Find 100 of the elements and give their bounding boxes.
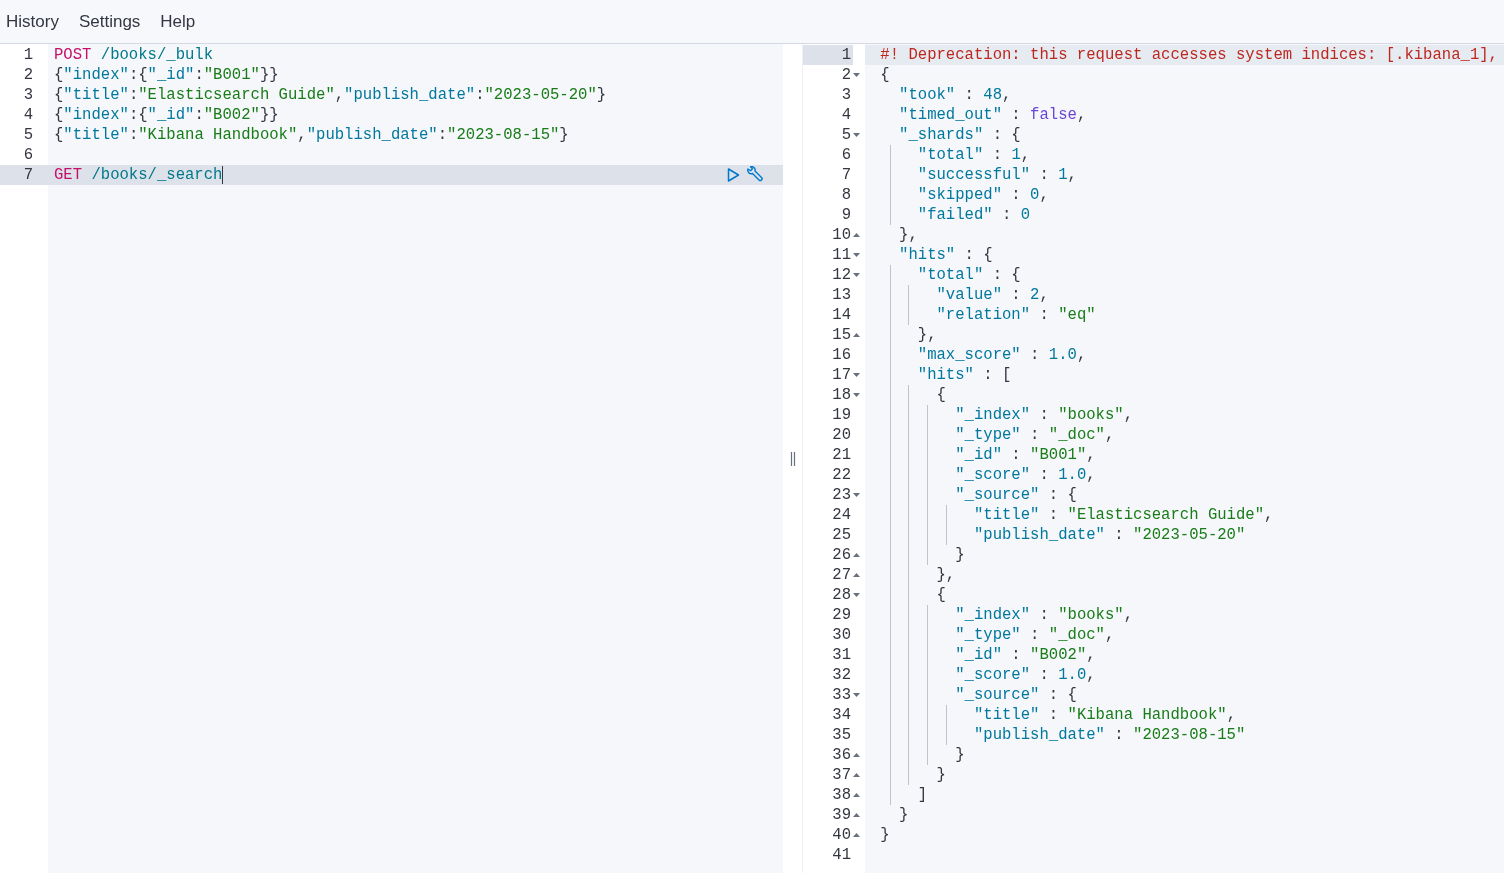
code-line: "value" : 2,: [865, 285, 1504, 305]
code-line: },: [865, 565, 1504, 585]
caret-down-icon[interactable]: [853, 373, 860, 377]
line-number: 4: [22, 105, 34, 125]
code-line: "took" : 48,: [898, 85, 1013, 105]
caret-up-icon[interactable]: [853, 333, 860, 337]
caret-down-icon[interactable]: [853, 393, 860, 397]
line-number: 1: [803, 45, 853, 65]
code-line: "_type" : "_doc",: [865, 625, 1504, 645]
line-number: 24: [831, 505, 852, 525]
code-line: "hits" : {: [898, 245, 994, 265]
code-line: "successful" : 1,: [865, 165, 1504, 185]
caret-down-icon[interactable]: [853, 493, 860, 497]
caret-up-icon[interactable]: [853, 833, 860, 837]
caret-up-icon[interactable]: [853, 773, 860, 777]
code-line: {"title":"Kibana Handbook","publish_date":"2023-08-15"}: [53, 125, 570, 145]
caret-down-icon[interactable]: [853, 253, 860, 257]
line-number: 30: [831, 625, 852, 645]
caret-down-icon[interactable]: [853, 593, 860, 597]
code-line: }: [865, 745, 1504, 765]
code-line: {: [879, 65, 891, 85]
code-line: "publish_date" : "2023-08-15": [865, 725, 1504, 745]
line-number: 33: [831, 685, 852, 705]
line-number: 29: [831, 605, 852, 625]
code-line: "_id" : "B002",: [865, 645, 1504, 665]
menu-item[interactable]: Help: [154, 7, 202, 36]
line-number: 6: [22, 145, 34, 165]
caret-down-icon[interactable]: [853, 133, 860, 137]
code-line: }: [865, 545, 1504, 565]
line-number: 27: [831, 565, 852, 585]
code-line: "_score" : 1.0,: [865, 665, 1504, 685]
caret-down-icon[interactable]: [853, 73, 860, 77]
code-line: }: [865, 765, 1504, 785]
code-line: "title" : "Kibana Handbook",: [865, 705, 1504, 725]
line-number: 2: [840, 65, 852, 85]
code-line: "max_score" : 1.0,: [865, 345, 1504, 365]
code-line: },: [865, 325, 1504, 345]
line-number: 39: [831, 805, 852, 825]
code-line: "title" : "Elasticsearch Guide",: [865, 505, 1504, 525]
line-number: 25: [831, 525, 852, 545]
line-number: 12: [831, 265, 852, 285]
line-number: 23: [831, 485, 852, 505]
line-number: 4: [840, 105, 852, 125]
caret-up-icon[interactable]: [853, 233, 860, 237]
code-line: "_index" : "books",: [865, 405, 1504, 425]
code-line: }: [879, 825, 891, 845]
line-number: 1: [22, 45, 34, 65]
code-line: ]: [865, 785, 1504, 805]
line-number: 11: [831, 245, 852, 265]
run-button[interactable]: [725, 167, 741, 183]
line-number: 35: [831, 725, 852, 745]
code-line: POST /books/_bulk: [53, 45, 215, 65]
line-number: 9: [840, 205, 852, 225]
line-number: 40: [831, 825, 852, 845]
caret-up-icon[interactable]: [853, 553, 860, 557]
line-number: 18: [831, 385, 852, 405]
line-number: 16: [831, 345, 852, 365]
code-line: {"title":"Elasticsearch Guide","publish_date":"2023-05-20"}: [53, 85, 608, 105]
line-number: 31: [831, 645, 852, 665]
code-line: {"index":{"_id":"B001"}}: [53, 65, 280, 85]
caret-up-icon[interactable]: [853, 793, 860, 797]
line-number: 36: [831, 745, 852, 765]
line-number: 3: [22, 85, 34, 105]
menu-item[interactable]: Settings: [72, 7, 147, 36]
line-number: 22: [831, 465, 852, 485]
code-line: "_index" : "books",: [865, 605, 1504, 625]
code-line: "_score" : 1.0,: [865, 465, 1504, 485]
line-number: 34: [831, 705, 852, 725]
caret-up-icon[interactable]: [853, 753, 860, 757]
line-number: 10: [831, 225, 852, 245]
code-line: "total" : 1,: [865, 145, 1504, 165]
caret-up-icon[interactable]: [853, 813, 860, 817]
menu-item[interactable]: History: [0, 7, 65, 36]
line-number: 3: [840, 85, 852, 105]
line-number: 5: [840, 125, 852, 145]
code-line: }: [898, 805, 910, 825]
wrench-button[interactable]: [745, 166, 765, 184]
code-line: },: [898, 225, 919, 245]
code-line: "publish_date" : "2023-05-20": [865, 525, 1504, 545]
code-line: "total" : {: [865, 265, 1504, 285]
line-number: 14: [831, 305, 852, 325]
line-number: 2: [22, 65, 34, 85]
line-number: 19: [831, 405, 852, 425]
caret-down-icon[interactable]: [853, 273, 860, 277]
caret-down-icon[interactable]: [853, 693, 860, 697]
line-number: 6: [840, 145, 852, 165]
line-number: 32: [831, 665, 852, 685]
line-number: 37: [831, 765, 852, 785]
code-line: "timed_out" : false,: [898, 105, 1088, 125]
resize-handle[interactable]: [789, 451, 796, 466]
line-number: 15: [831, 325, 852, 345]
code-line: {"index":{"_id":"B002"}}: [53, 105, 280, 125]
code-line: {: [865, 385, 1504, 405]
code-line: "_source" : {: [865, 485, 1504, 505]
line-number: 38: [831, 785, 852, 805]
code-line: "skipped" : 0,: [865, 185, 1504, 205]
code-line: "hits" : [: [865, 365, 1504, 385]
caret-up-icon[interactable]: [853, 573, 860, 577]
line-number: 41: [831, 845, 852, 865]
line-number: 7: [840, 165, 852, 185]
